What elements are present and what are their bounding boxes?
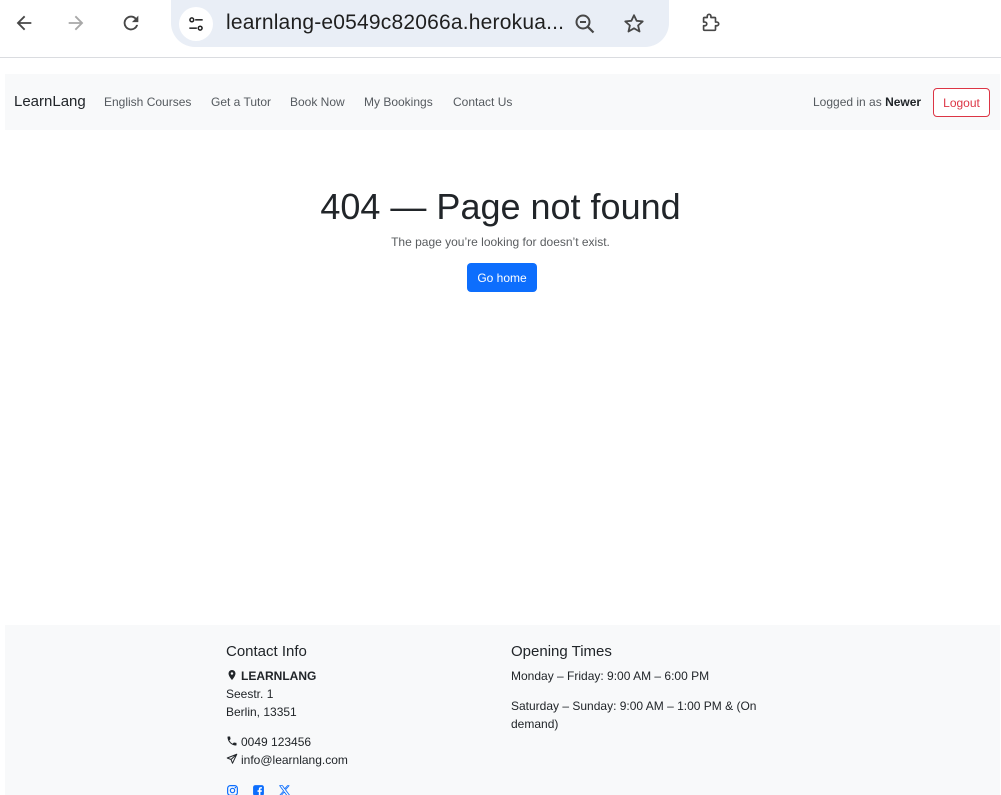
- hours-weekend-line1: Saturday – Sunday: 9:00 AM – 1:00 PM & (…: [511, 699, 757, 713]
- nav-english-courses[interactable]: English Courses: [104, 95, 191, 109]
- nav-get-a-tutor[interactable]: Get a Tutor: [211, 95, 271, 109]
- nav-my-bookings[interactable]: My Bookings: [364, 95, 433, 109]
- email-line: info@learnlang.com: [226, 753, 348, 767]
- site-navbar: LearnLang English Courses Get a Tutor Bo…: [5, 74, 1000, 130]
- contact-name-line: LEARNLANG: [226, 669, 316, 683]
- phone-number: 0049 123456: [241, 735, 312, 749]
- logged-in-status: Logged in as Newer: [813, 95, 921, 109]
- zoom-out-icon[interactable]: [570, 9, 600, 39]
- nav-book-now[interactable]: Book Now: [290, 95, 345, 109]
- x-icon[interactable]: [277, 783, 291, 795]
- address-bar[interactable]: learnlang-e0549c82066a.herokua...: [171, 0, 669, 47]
- hours-weekday: Monday – Friday: 9:00 AM – 6:00 PM: [511, 669, 710, 683]
- page-message: The page you’re looking for doesn’t exis…: [391, 235, 610, 249]
- address-city: Berlin, 13351: [226, 705, 297, 719]
- instagram-icon[interactable]: [225, 783, 239, 795]
- phone-line: 0049 123456: [226, 735, 311, 749]
- forward-arrow-icon[interactable]: [60, 7, 92, 39]
- contact-heading: Contact Info: [226, 643, 307, 660]
- url-text[interactable]: learnlang-e0549c82066a.herokua...: [226, 11, 564, 35]
- send-icon: [226, 753, 238, 764]
- reload-icon[interactable]: [115, 7, 147, 39]
- phone-icon: [227, 736, 237, 746]
- extension-icon[interactable]: [694, 7, 726, 39]
- address-street: Seestr. 1: [226, 687, 274, 701]
- site-footer: Contact Info LEARNLANG Seestr. 1 Berlin,…: [5, 625, 1000, 795]
- company-name: LEARNLANG: [241, 669, 317, 683]
- email-address[interactable]: info@learnlang.com: [241, 753, 348, 767]
- brand-link[interactable]: LearnLang: [14, 93, 86, 110]
- logout-button[interactable]: Logout: [933, 88, 990, 117]
- opening-heading: Opening Times: [511, 643, 612, 660]
- facebook-icon[interactable]: [251, 783, 265, 795]
- username: Newer: [885, 95, 922, 109]
- hours-weekend-line2: demand): [511, 717, 559, 731]
- logged-in-prefix: Logged in as: [813, 95, 882, 109]
- map-pin-icon: [228, 670, 236, 680]
- go-home-button[interactable]: Go home: [467, 263, 537, 292]
- site-settings-icon[interactable]: [179, 7, 213, 41]
- browser-toolbar: learnlang-e0549c82066a.herokua...: [0, 0, 1001, 58]
- star-icon[interactable]: [619, 9, 649, 39]
- back-arrow-icon[interactable]: [8, 7, 40, 39]
- page-title: 404 — Page not found: [320, 186, 681, 227]
- nav-contact-us[interactable]: Contact Us: [453, 95, 512, 109]
